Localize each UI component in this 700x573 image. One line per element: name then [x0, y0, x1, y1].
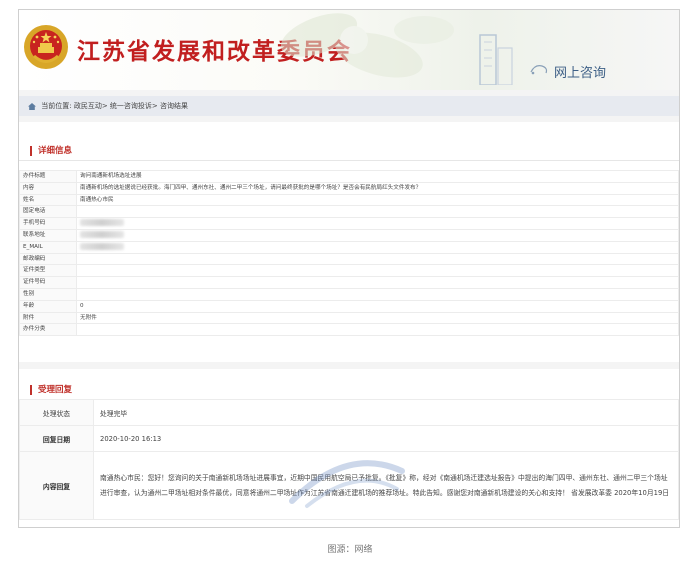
chat-icon: [530, 65, 548, 75]
breadcrumb-item-consult[interactable]: 统一咨询投诉: [110, 102, 152, 110]
redacted-value: [80, 230, 124, 238]
reply-table: 处理状态 处理完毕 回复日期 2020-10-20 16:13 内容回复 南通热…: [19, 399, 679, 520]
breadcrumb-item-result[interactable]: 咨询结果: [160, 102, 188, 110]
detail-section-header: 详细信息: [19, 138, 679, 161]
section-marker: [30, 146, 32, 156]
field-label: 姓名: [19, 193, 77, 207]
detail-section-title: 详细信息: [38, 146, 73, 156]
breadcrumb-prefix: 当前位置:: [41, 102, 72, 110]
page-frame: 江苏省发展和改革委员会 网上咨询 当前位置: 政民互动> 统一咨询投诉> 咨询结…: [18, 9, 680, 528]
table-row: 证件号码: [19, 276, 679, 289]
table-row: 办件标题 询问南通新机场选址进展: [19, 170, 679, 183]
status-value: 处理完毕: [93, 399, 679, 426]
table-row: 固定电话: [19, 205, 679, 219]
home-icon: [28, 102, 36, 110]
field-label: 手机号码: [19, 217, 77, 230]
field-label: E_MAIL: [19, 240, 77, 254]
leaf-decoration-icon: [280, 13, 454, 78]
redacted-value: [80, 242, 124, 250]
table-row: 内容 南通新机场的选址据说已经获批。海门四甲、通州东社、通州二甲三个场址，请问最终…: [19, 181, 679, 195]
field-value: 南通热心市民: [76, 193, 679, 207]
reply-section-header: 受理回复: [19, 377, 679, 400]
reply-content: 南通热心市民：您好！您询问的关于南通新机场场址进展事宜，近期中国民用航空局已予批…: [93, 451, 679, 520]
field-value: [76, 264, 679, 278]
national-emblem-icon: [24, 25, 68, 69]
field-value: 询问南通新机场选址进展: [76, 170, 679, 183]
breadcrumb-item-interaction[interactable]: 政民互动: [74, 102, 102, 110]
field-value: [76, 323, 679, 337]
field-value: [76, 287, 679, 301]
reply-panel: 受理回复 处理状态 处理完毕 回复日期 2020-10-20 16:13 内容回…: [19, 369, 679, 527]
table-row: 联系地址: [19, 228, 679, 242]
redacted-value: [80, 219, 124, 227]
content-label: 内容回复: [19, 451, 94, 520]
breadcrumb: 当前位置: 政民互动> 统一咨询投诉> 咨询结果: [19, 96, 679, 116]
field-label: 办件标题: [19, 170, 77, 183]
section-marker: [30, 385, 32, 395]
table-row: 内容回复 南通热心市民：您好！您询问的关于南通新机场场址进展事宜，近期中国民用航…: [19, 451, 679, 520]
status-label: 处理状态: [19, 399, 94, 426]
table-row: 邮政编码: [19, 252, 679, 266]
detail-panel: 详细信息 办件标题 询问南通新机场选址进展 内容 南通新机场的选址据说已经获批。海门四…: [19, 122, 679, 362]
breadcrumb-separator: >: [101, 102, 110, 110]
field-label: 邮政编码: [19, 252, 77, 266]
date-label: 回复日期: [19, 425, 94, 452]
field-value: [76, 205, 679, 219]
field-value: [76, 228, 679, 242]
breadcrumb-separator: >: [151, 102, 161, 110]
detail-table: 办件标题 询问南通新机场选址进展 内容 南通新机场的选址据说已经获批。海门四甲、通州东…: [19, 170, 679, 337]
table-row: E_MAIL: [19, 240, 679, 254]
field-label: 附件: [19, 311, 77, 325]
field-value: 0: [76, 299, 679, 313]
field-value: [76, 240, 679, 254]
image-caption: 图源：网络: [327, 545, 373, 555]
reply-section-title: 受理回复: [38, 385, 73, 395]
table-row: 年龄 0: [19, 299, 679, 313]
table-row: 性别: [19, 287, 679, 301]
field-value: [76, 217, 679, 230]
field-label: 年龄: [19, 299, 77, 313]
table-row: 回复日期 2020-10-20 16:13: [19, 425, 679, 452]
field-value: 无附件: [76, 311, 679, 325]
table-row: 处理状态 处理完毕: [19, 399, 679, 426]
header-banner: 江苏省发展和改革委员会 网上咨询: [19, 10, 679, 90]
field-value: [76, 276, 679, 289]
field-label: 证件类型: [19, 264, 77, 278]
table-row: 手机号码: [19, 217, 679, 230]
section-name: 网上咨询: [554, 66, 607, 81]
table-row: 办件分类: [19, 323, 679, 337]
date-value: 2020-10-20 16:13: [93, 425, 679, 452]
table-row: 证件类型: [19, 264, 679, 278]
table-row: 附件 无附件: [19, 311, 679, 325]
field-label: 证件号码: [19, 276, 77, 289]
field-value: 南通新机场的选址据说已经获批。海门四甲、通州东社、通州二甲三个场址，请问最终获批…: [76, 181, 679, 195]
field-label: 联系地址: [19, 228, 77, 242]
field-label: 内容: [19, 181, 77, 195]
field-label: 性别: [19, 287, 77, 301]
building-icon: [479, 34, 513, 85]
field-label: 办件分类: [19, 323, 77, 337]
table-row: 姓名 南通热心市民: [19, 193, 679, 207]
field-label: 固定电话: [19, 205, 77, 219]
field-value: [76, 252, 679, 266]
